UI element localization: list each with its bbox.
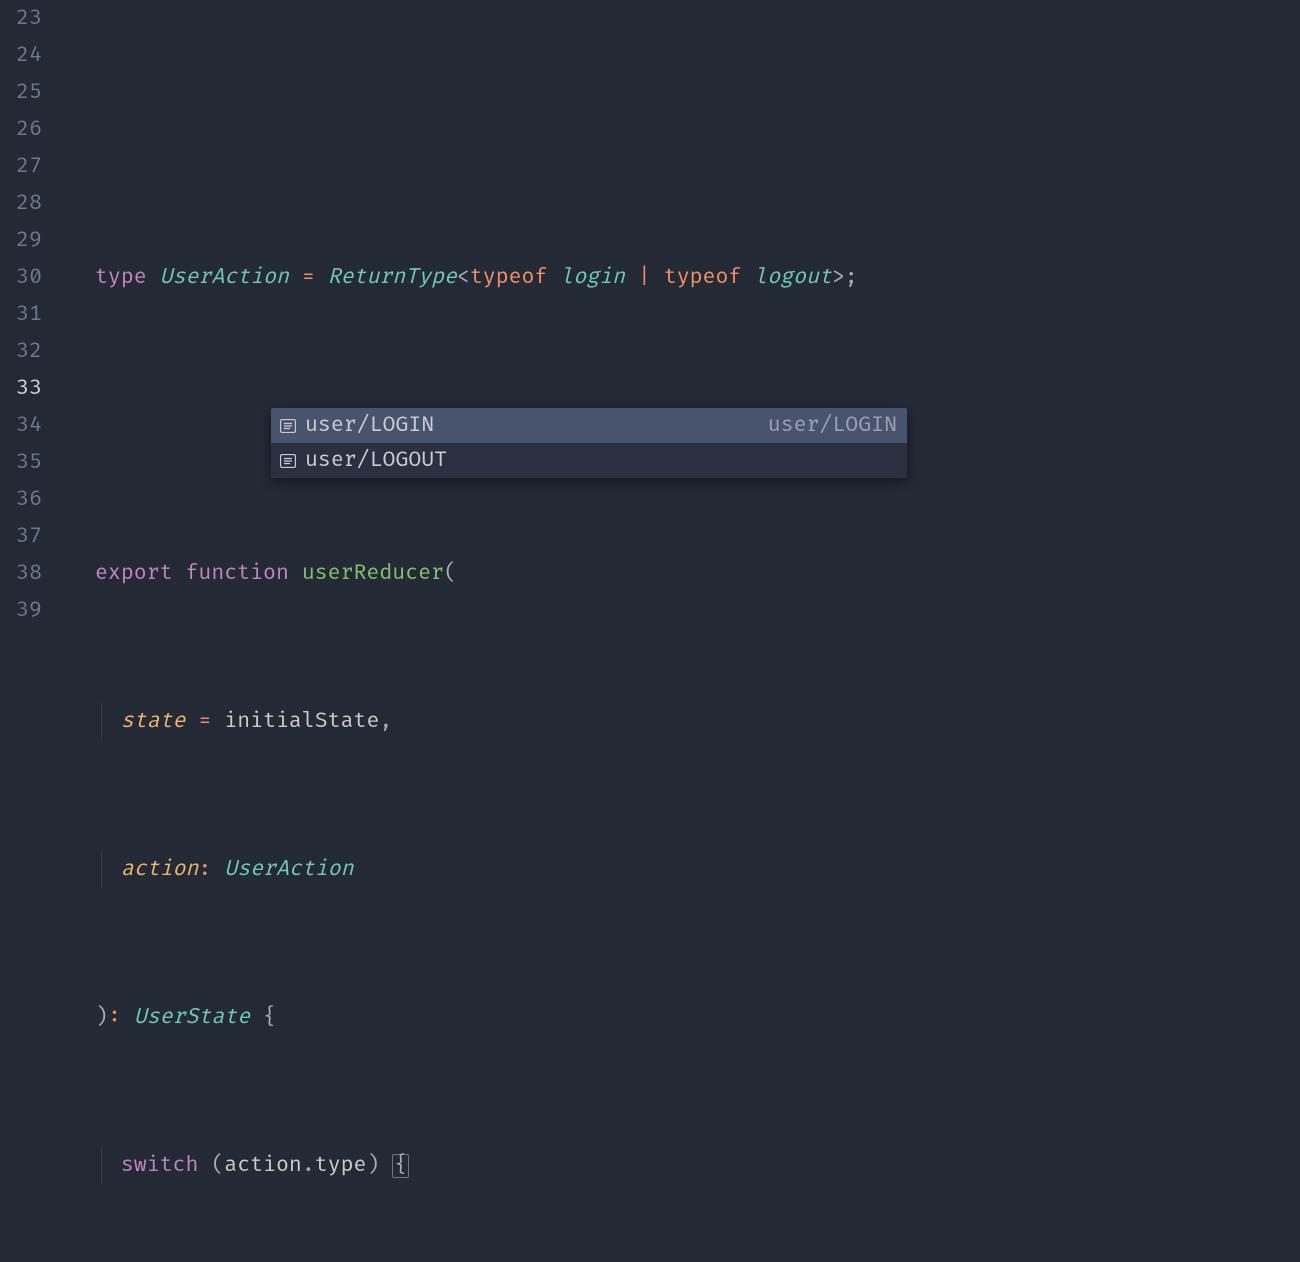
brace-open: {: [263, 1005, 276, 1030]
code-area[interactable]: type UserAction = ReturnType<typeof logi…: [60, 0, 1300, 631]
keyword-typeof: typeof: [664, 265, 742, 290]
identifier: logout: [754, 265, 832, 290]
code-line[interactable]: type UserAction = ReturnType<typeof logi…: [60, 259, 1300, 296]
line-number: 28: [0, 185, 42, 222]
angle-close: >: [832, 265, 845, 290]
suggestion-detail: user/LOGIN: [768, 408, 897, 443]
line-number: 31: [0, 296, 42, 333]
identifier: login: [560, 265, 625, 290]
suggestion-item[interactable]: user/LOGOUT: [271, 443, 907, 478]
line-number: 38: [0, 555, 42, 592]
line-number-gutter: 23 24 25 26 27 28 29 30 31 32 33 34 35 3…: [0, 0, 60, 631]
line-number: 27: [0, 148, 42, 185]
code-line[interactable]: [60, 111, 1300, 148]
colon: :: [198, 857, 211, 882]
comma: ,: [379, 709, 392, 734]
identifier: initialState: [224, 709, 379, 734]
code-line[interactable]: state = initialState,: [60, 703, 1300, 740]
suggestion-label: user/LOGOUT: [305, 443, 447, 478]
line-number: 26: [0, 111, 42, 148]
enum-member-icon: [279, 452, 297, 470]
operator-pipe: |: [638, 265, 651, 290]
keyword-typeof: typeof: [470, 265, 548, 290]
code-editor[interactable]: 23 24 25 26 27 28 29 30 31 32 33 34 35 3…: [0, 0, 1300, 631]
brace-open-matched: {: [392, 1154, 409, 1178]
line-number-active: 33: [0, 370, 42, 407]
line-number: 32: [0, 333, 42, 370]
paren-close: ): [95, 1005, 108, 1030]
line-number: 36: [0, 481, 42, 518]
angle-open: <: [457, 265, 470, 290]
param-name: action: [121, 857, 199, 882]
operator-eq: =: [198, 709, 211, 734]
line-number: 30: [0, 259, 42, 296]
line-number: 35: [0, 444, 42, 481]
suggestion-widget[interactable]: user/LOGIN user/LOGIN user/LOGOUT: [271, 408, 907, 478]
line-number: 39: [0, 592, 42, 629]
code-line[interactable]: switch (action.type) {: [60, 1147, 1300, 1184]
line-number: 24: [0, 37, 42, 74]
paren-close: ): [366, 1153, 379, 1178]
paren-open: (: [444, 561, 457, 586]
colon: :: [108, 1005, 121, 1030]
line-number: 29: [0, 222, 42, 259]
identifier: type: [315, 1153, 367, 1178]
keyword-function: function: [185, 561, 288, 586]
suggestion-label: user/LOGIN: [305, 408, 434, 443]
code-line[interactable]: action: UserAction: [60, 851, 1300, 888]
line-number: 23: [0, 0, 42, 37]
function-name: userReducer: [302, 561, 444, 586]
enum-member-icon: [279, 417, 297, 435]
line-number: 37: [0, 518, 42, 555]
operator-eq: =: [302, 265, 315, 290]
line-number: 34: [0, 407, 42, 444]
param-name: state: [121, 709, 186, 734]
keyword-switch: switch: [121, 1153, 199, 1178]
type-name: UserState: [134, 1005, 250, 1030]
keyword-export: export: [95, 561, 173, 586]
identifier: action: [224, 1153, 302, 1178]
dot: .: [302, 1153, 315, 1178]
paren-open: (: [211, 1153, 224, 1178]
type-name: UserAction: [224, 857, 353, 882]
suggestion-item[interactable]: user/LOGIN user/LOGIN: [271, 408, 907, 443]
type-name: UserAction: [160, 265, 289, 290]
line-number: 25: [0, 74, 42, 111]
keyword-type: type: [95, 265, 147, 290]
code-line[interactable]: ): UserState {: [60, 999, 1300, 1036]
semicolon: ;: [845, 265, 858, 290]
code-line[interactable]: export function userReducer(: [60, 555, 1300, 592]
type-name: ReturnType: [328, 265, 457, 290]
